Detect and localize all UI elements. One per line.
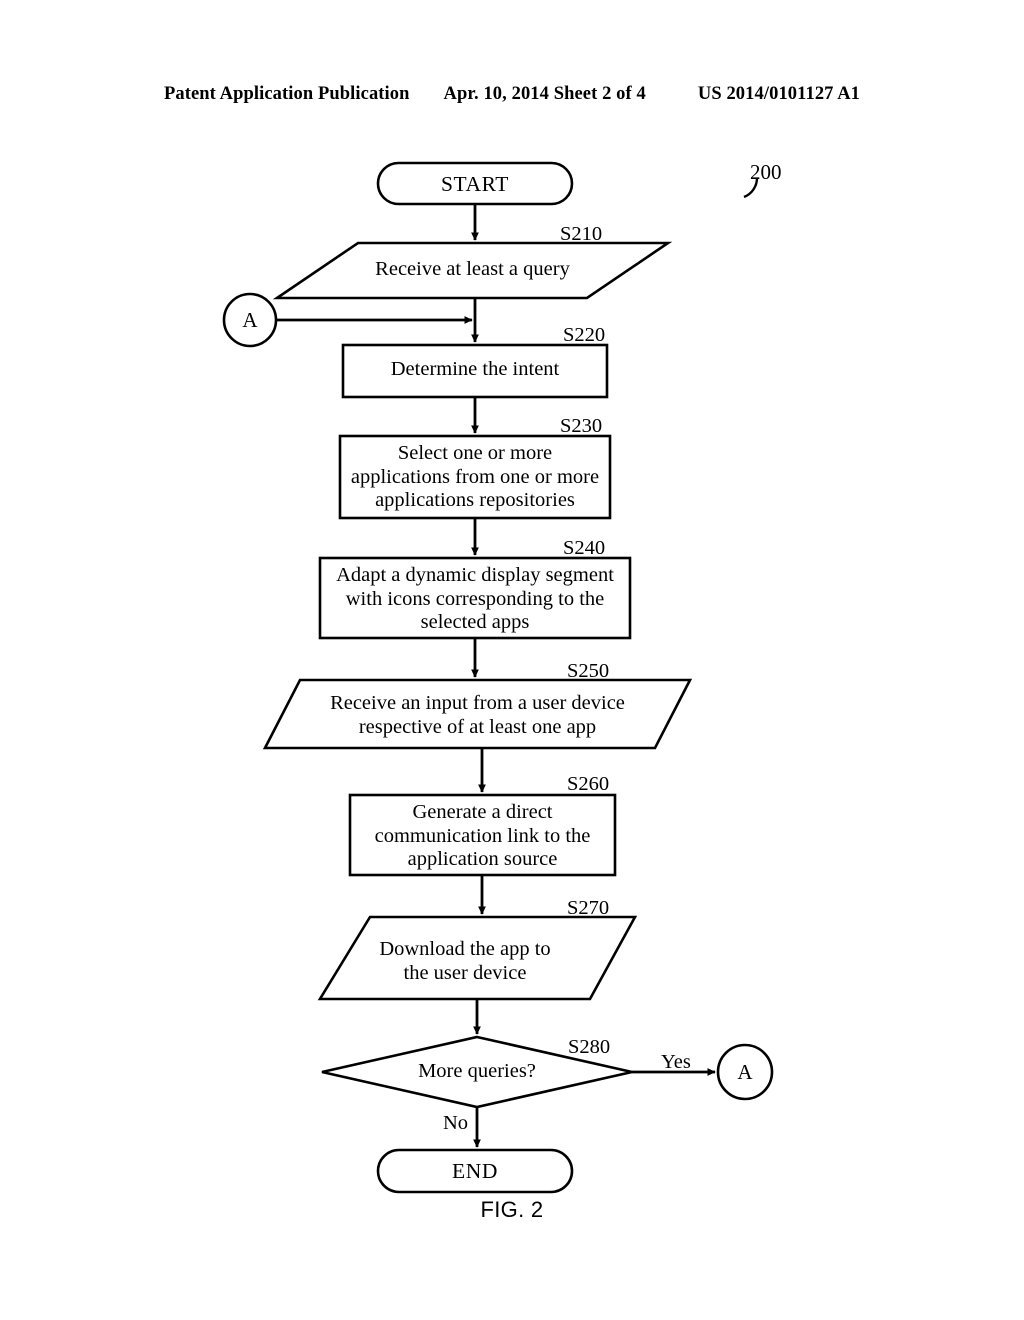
s240-step-label: S240 <box>563 537 606 559</box>
s270-step-label: S270 <box>567 897 610 919</box>
figure-reference-numeral: 200 <box>750 160 782 184</box>
start-terminal-label: START <box>440 172 510 196</box>
s260-shape <box>348 793 617 877</box>
edge-label-no: No <box>443 1112 469 1134</box>
s230-shape <box>338 434 612 520</box>
s250-step-label: S250 <box>567 660 610 682</box>
s270-shape <box>317 915 638 1001</box>
s260-step-label: S260 <box>567 773 610 795</box>
edge-label-yes: Yes <box>661 1051 691 1073</box>
connector-a-out-label: A <box>737 1060 753 1084</box>
figure-caption: FIG. 2 <box>480 1197 544 1222</box>
s280-step-label: S280 <box>568 1036 611 1058</box>
s220-shape <box>341 343 609 399</box>
s210-step-label: S210 <box>560 223 603 245</box>
s230-step-label: S230 <box>560 415 603 437</box>
end-terminal-label: END <box>452 1159 498 1183</box>
connector-a-in-label: A <box>242 308 258 332</box>
flowchart-svg <box>222 161 774 1194</box>
s240-shape <box>318 556 632 640</box>
s210-shape <box>272 241 673 300</box>
s220-step-label: S220 <box>563 324 606 346</box>
flowchart-diagram: START END 200 A A Receive at least a que… <box>0 0 1024 1320</box>
s250-shape <box>262 678 693 750</box>
